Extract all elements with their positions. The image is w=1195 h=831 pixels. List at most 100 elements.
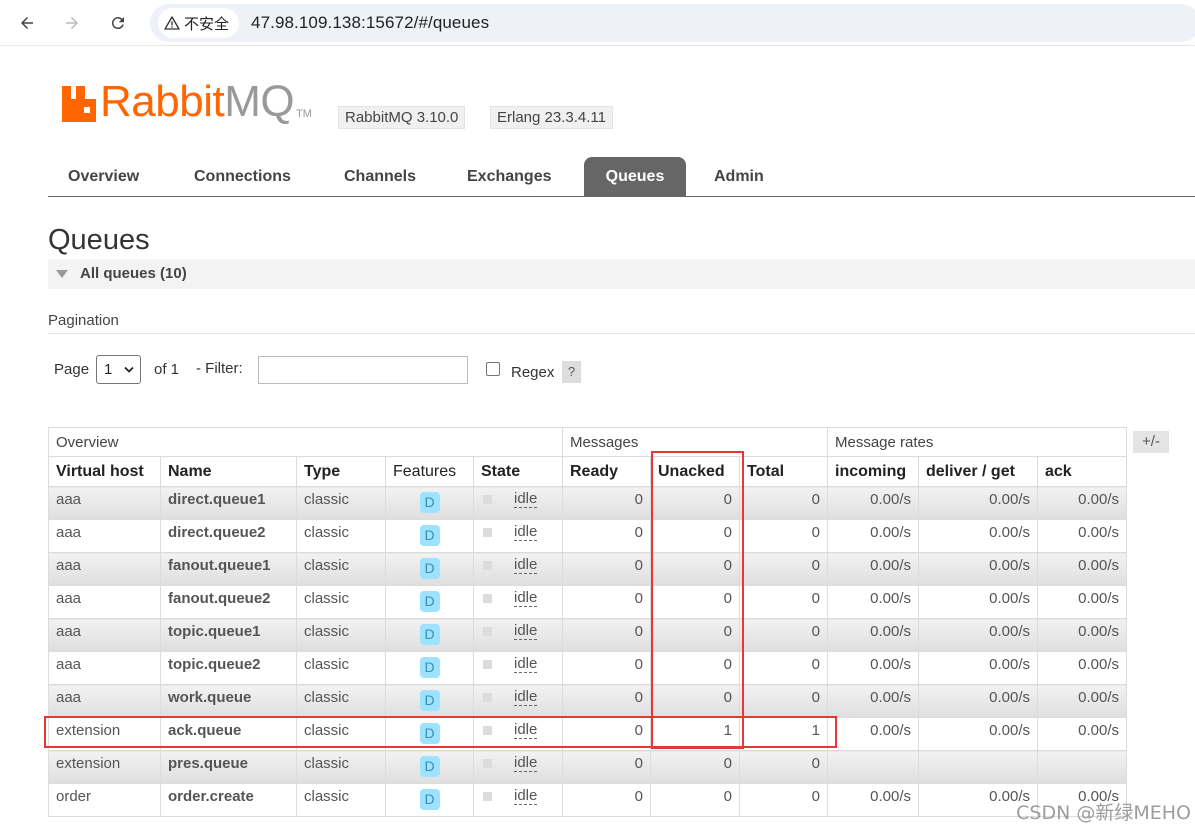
durable-badge[interactable]: D [419,492,440,513]
col-ready[interactable]: Ready [562,456,651,487]
ack-cell: 0.00/s [1037,717,1127,751]
state-square-icon [483,660,492,669]
table-row: aaa direct.queue2 classic D idle 0 0 0 0… [48,519,1127,553]
browser-toolbar: 不安全 47.98.109.138:15672/#/queues [0,0,1195,46]
state-cell: idle [473,717,563,751]
security-indicator[interactable]: 不安全 [158,8,240,38]
regex-checkbox[interactable] [486,362,500,376]
durable-badge[interactable]: D [419,525,440,546]
queue-name-link[interactable]: direct.queue1 [160,486,297,520]
deliver-get-cell: 0.00/s [918,651,1038,685]
state-label[interactable]: idle [514,656,538,673]
col-state[interactable]: State [473,456,563,487]
tab-queues[interactable]: Queues [584,157,686,196]
incoming-cell: 0.00/s [827,519,919,553]
ack-cell: 0.00/s [1037,651,1127,685]
state-label[interactable]: idle [514,623,538,640]
state-label[interactable]: idle [514,689,538,706]
queue-name-link[interactable]: direct.queue2 [160,519,297,553]
vhost-cell: aaa [48,684,161,718]
columns-toggle-button[interactable]: +/- [1133,431,1169,453]
tab-exchanges[interactable]: Exchanges [467,157,551,196]
ack-cell [1037,750,1127,784]
state-label[interactable]: idle [514,524,538,541]
vhost-cell: aaa [48,552,161,586]
queue-name-link[interactable]: ack.queue [160,717,297,751]
tab-admin[interactable]: Admin [714,157,764,196]
ready-cell: 0 [562,684,651,718]
col-total[interactable]: Total [739,456,828,487]
table-row: order order.create classic D idle 0 0 0 … [48,783,1127,817]
tab-channels[interactable]: Channels [344,157,416,196]
state-label[interactable]: idle [514,788,538,805]
state-square-icon [483,693,492,702]
durable-badge[interactable]: D [419,591,440,612]
queue-name-link[interactable]: work.queue [160,684,297,718]
unacked-cell: 0 [650,585,740,619]
url-text[interactable]: 47.98.109.138:15672/#/queues [251,13,489,33]
address-bar[interactable]: 不安全 47.98.109.138:15672/#/queues [150,4,1195,42]
tab-overview[interactable]: Overview [68,157,139,196]
state-cell: idle [473,585,563,619]
state-label[interactable]: idle [514,557,538,574]
unacked-cell: 0 [650,783,740,817]
page-select[interactable]: 1 [96,355,141,384]
col-name[interactable]: Name [160,456,297,487]
page-select-value: 1 [104,361,113,378]
durable-badge[interactable]: D [419,789,440,810]
queue-name-link[interactable]: order.create [160,783,297,817]
state-label[interactable]: idle [514,491,538,508]
vhost-cell: extension [48,717,161,751]
ready-cell: 0 [562,486,651,520]
state-label[interactable]: idle [514,722,538,739]
queues-table: Overview Messages Message rates Virtual … [48,427,1127,817]
durable-badge[interactable]: D [419,558,440,579]
col-incoming[interactable]: incoming [827,456,919,487]
unacked-cell: 0 [650,519,740,553]
durable-badge[interactable]: D [419,723,440,744]
col-ack[interactable]: ack [1037,456,1127,487]
durable-badge[interactable]: D [419,624,440,645]
durable-badge[interactable]: D [419,756,440,777]
col-type[interactable]: Type [296,456,386,487]
page-count-label: of 1 [154,361,180,378]
queue-name-link[interactable]: fanout.queue1 [160,552,297,586]
rabbitmq-logo[interactable]: RabbitMQ TM [62,77,312,126]
state-label[interactable]: idle [514,590,538,607]
state-square-icon [483,561,492,570]
all-queues-toggle[interactable]: All queues (10) [48,259,1195,289]
filter-input[interactable] [258,356,468,384]
total-cell: 0 [739,783,828,817]
forward-button[interactable] [58,9,86,37]
queue-name-link[interactable]: fanout.queue2 [160,585,297,619]
logo-wordmark: RabbitMQ [100,77,295,126]
warning-icon [164,16,180,30]
unacked-cell: 0 [650,684,740,718]
unacked-cell: 0 [650,750,740,784]
version-badge: RabbitMQ 3.10.0 [338,106,466,129]
features-cell: D [385,750,474,784]
col-unacked[interactable]: Unacked [650,456,740,487]
queue-name-link[interactable]: topic.queue2 [160,651,297,685]
unacked-cell: 0 [650,486,740,520]
durable-badge[interactable]: D [419,657,440,678]
ready-cell: 0 [562,519,651,553]
tab-connections[interactable]: Connections [194,157,291,196]
state-label[interactable]: idle [514,755,538,772]
state-cell: idle [473,651,563,685]
col-deliver-get[interactable]: deliver / get [918,456,1038,487]
reload-button[interactable] [104,9,132,37]
col-virtual-host[interactable]: Virtual host [48,456,161,487]
deliver-get-cell: 0.00/s [918,618,1038,652]
durable-badge[interactable]: D [419,690,440,711]
features-cell: D [385,651,474,685]
type-cell: classic [296,717,386,751]
back-button[interactable] [13,9,41,37]
queue-name-link[interactable]: pres.queue [160,750,297,784]
queue-name-link[interactable]: topic.queue1 [160,618,297,652]
arrow-left-icon [21,17,33,29]
type-cell: classic [296,585,386,619]
ready-cell: 0 [562,717,651,751]
table-row: aaa work.queue classic D idle 0 0 0 0.00… [48,684,1127,718]
help-button[interactable]: ? [562,361,581,383]
